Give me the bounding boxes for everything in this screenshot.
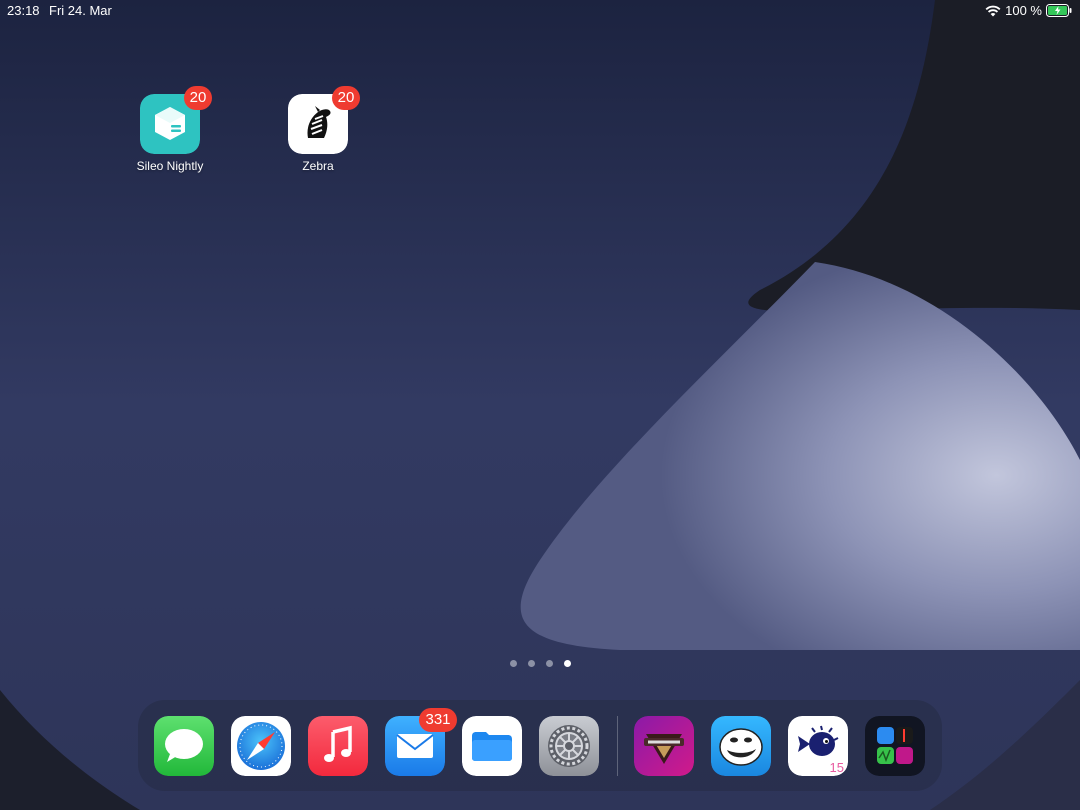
notification-badge: 20 [332, 86, 360, 110]
tweak-app-icon [634, 716, 694, 776]
status-right: 100 % [985, 3, 1072, 18]
small-label: 15 [829, 760, 844, 775]
dock-app-mail[interactable]: 331 [385, 708, 457, 776]
dock-app-messages[interactable] [154, 716, 214, 776]
music-icon [308, 716, 368, 776]
trollface-icon [711, 716, 771, 776]
sileo-icon: 20 [140, 86, 212, 154]
app-sileo-nightly[interactable]: 20 Sileo Nightly [110, 86, 230, 173]
dock-app-pufferfish[interactable]: 15 [788, 716, 848, 776]
page-dot-current[interactable] [563, 660, 571, 667]
notification-badge: 20 [184, 86, 212, 110]
status-date: Fri 24. Mar [49, 3, 112, 18]
battery-percent: 100 % [1005, 3, 1042, 18]
dock: 331 15 [138, 700, 942, 791]
page-indicator[interactable] [0, 660, 1080, 667]
dock-app-safari[interactable] [231, 716, 291, 776]
page-dot[interactable] [509, 660, 517, 667]
dock-app-folder[interactable] [865, 716, 925, 776]
dock-app-music[interactable] [308, 716, 368, 776]
status-time: 23:18 [7, 3, 40, 18]
battery-charging-icon [1046, 4, 1072, 17]
files-icon [462, 716, 522, 776]
messages-icon [154, 716, 214, 776]
app-zebra[interactable]: 20 Zebra [258, 86, 378, 173]
app-label: Sileo Nightly [136, 159, 204, 173]
notification-badge: 331 [419, 708, 457, 732]
status-bar: 23:18 Fri 24. Mar 100 % [0, 0, 1080, 22]
page-dot[interactable] [527, 660, 535, 667]
safari-icon [231, 716, 291, 776]
zebra-icon: 20 [288, 86, 360, 154]
app-folder-icon [865, 716, 925, 776]
dock-app-files[interactable] [462, 716, 522, 776]
dock-divider [617, 716, 618, 776]
app-label: Zebra [302, 159, 334, 173]
dock-app-settings[interactable] [539, 716, 599, 776]
page-dot[interactable] [545, 660, 553, 667]
settings-icon [539, 716, 599, 776]
dock-app-troll[interactable] [711, 716, 771, 776]
dock-app-tweak[interactable] [634, 716, 694, 776]
wifi-icon [985, 5, 1001, 16]
